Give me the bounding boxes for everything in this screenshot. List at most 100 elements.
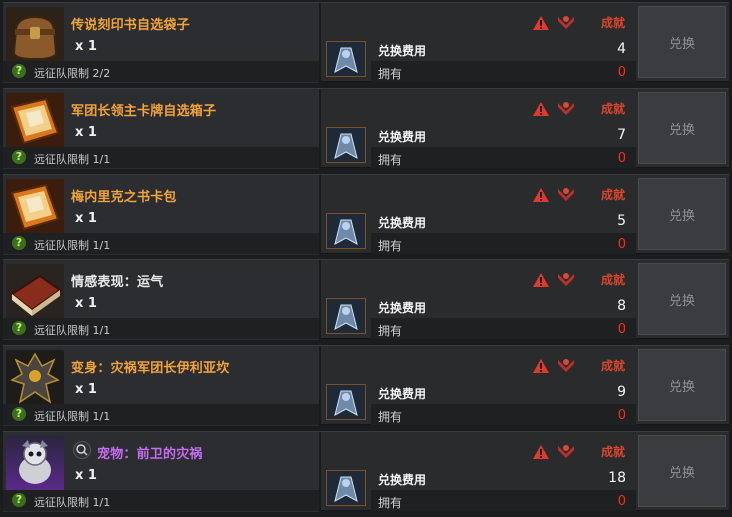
help-icon[interactable]: ? (12, 493, 26, 507)
rank-emblem-icon (558, 445, 574, 458)
achievement-label: 成就 (601, 273, 626, 287)
exchange-button[interactable]: 兑换 (638, 6, 726, 78)
exchange-row: 宠物：前卫的灾祸 x 1 ? 远征队限制 1/1 兑换费用 18 拥有 0 成就… (3, 431, 729, 512)
roster-limit: 远征队限制 1/1 (34, 239, 111, 252)
own-label: 拥有 (378, 496, 403, 510)
book-icon[interactable] (6, 264, 64, 320)
item-quantity: x 1 (75, 39, 97, 54)
currency-icon (326, 41, 366, 77)
cost-value: 18 (608, 470, 626, 486)
cost-value: 7 (617, 127, 626, 143)
warning-icon (533, 273, 549, 287)
currency-icon (326, 213, 366, 249)
cost-label: 兑换费用 (378, 44, 427, 58)
exchange-row: 情感表现：运气 x 1 ? 远征队限制 1/1 兑换费用 8 拥有 0 成就 兑… (3, 259, 729, 340)
cost-value: 5 (617, 213, 626, 229)
bag-icon[interactable] (6, 7, 64, 63)
exchange-button[interactable]: 兑换 (638, 92, 726, 164)
own-label: 拥有 (378, 67, 403, 81)
exchange-button[interactable]: 兑换 (638, 263, 726, 335)
own-value: 0 (617, 494, 626, 509)
help-icon[interactable]: ? (12, 407, 26, 421)
exchange-button[interactable]: 兑换 (638, 349, 726, 421)
cost-value: 9 (617, 384, 626, 400)
own-label: 拥有 (378, 410, 403, 424)
rank-emblem-icon (558, 273, 574, 286)
exchange-row: 变身：灾祸军团长伊利亚坎 x 1 ? 远征队限制 1/1 兑换费用 9 拥有 0… (3, 345, 729, 426)
currency-icon (326, 298, 366, 334)
own-label: 拥有 (378, 153, 403, 167)
own-bar (371, 404, 636, 425)
item-quantity: x 1 (75, 125, 97, 140)
roster-limit: 远征队限制 1/1 (34, 153, 111, 166)
card-book-icon[interactable] (6, 179, 64, 235)
roster-limit: 远征队限制 2/2 (34, 67, 111, 80)
own-label: 拥有 (378, 239, 403, 253)
help-icon[interactable]: ? (12, 321, 26, 335)
warning-icon (533, 359, 549, 373)
currency-icon (326, 127, 366, 163)
roster-limit: 远征队限制 1/1 (34, 410, 111, 423)
cost-label: 兑换费用 (378, 130, 427, 144)
divider (319, 432, 321, 512)
item-name: 军团长领主卡牌自选箱子 (71, 104, 217, 119)
demon-icon[interactable] (6, 350, 64, 406)
item-quantity: x 1 (75, 382, 97, 397)
card-book-icon[interactable] (6, 93, 64, 149)
search-icon[interactable] (73, 441, 91, 459)
exchange-button[interactable]: 兑换 (638, 435, 726, 507)
item-quantity: x 1 (75, 468, 97, 483)
warning-icon (533, 445, 549, 459)
cost-value: 4 (617, 41, 626, 57)
divider (319, 3, 321, 83)
cost-label: 兑换费用 (378, 387, 427, 401)
exchange-button[interactable]: 兑换 (638, 178, 726, 250)
achievement-label: 成就 (601, 445, 626, 459)
warning-icon (533, 102, 549, 116)
currency-icon (326, 384, 366, 420)
own-value: 0 (617, 151, 626, 166)
exchange-list: 传说刻印书自选袋子 x 1 ? 远征队限制 2/2 兑换费用 4 拥有 0 成就… (0, 0, 732, 517)
item-name: 变身：灾祸军团长伊利亚坎 (71, 361, 230, 376)
achievement-label: 成就 (601, 359, 626, 373)
rank-emblem-icon (558, 16, 574, 29)
item-name: 情感表现：运气 (71, 275, 164, 290)
exchange-row: 梅内里克之书卡包 x 1 ? 远征队限制 1/1 兑换费用 5 拥有 0 成就 … (3, 174, 729, 255)
exchange-row: 军团长领主卡牌自选箱子 x 1 ? 远征队限制 1/1 兑换费用 7 拥有 0 … (3, 88, 729, 169)
pet-icon[interactable] (6, 436, 64, 492)
cost-label: 兑换费用 (378, 473, 427, 487)
item-quantity: x 1 (75, 211, 97, 226)
own-value: 0 (617, 322, 626, 337)
roster-limit: 远征队限制 1/1 (34, 496, 111, 509)
own-bar (371, 233, 636, 254)
own-bar (371, 147, 636, 168)
help-icon[interactable]: ? (12, 64, 26, 78)
own-label: 拥有 (378, 324, 403, 338)
divider (319, 175, 321, 255)
own-value: 0 (617, 237, 626, 252)
divider (319, 89, 321, 169)
rank-emblem-icon (558, 359, 574, 372)
warning-icon (533, 16, 549, 30)
currency-icon (326, 470, 366, 506)
rank-emblem-icon (558, 188, 574, 201)
own-value: 0 (617, 65, 626, 80)
help-icon[interactable]: ? (12, 150, 26, 164)
item-name: 宠物：前卫的灾祸 (97, 447, 203, 462)
own-bar (371, 490, 636, 511)
own-value: 0 (617, 408, 626, 423)
item-quantity: x 1 (75, 296, 97, 311)
cost-label: 兑换费用 (378, 216, 427, 230)
achievement-label: 成就 (601, 188, 626, 202)
warning-icon (533, 188, 549, 202)
divider (319, 346, 321, 426)
exchange-row: 传说刻印书自选袋子 x 1 ? 远征队限制 2/2 兑换费用 4 拥有 0 成就… (3, 2, 729, 83)
rank-emblem-icon (558, 102, 574, 115)
cost-label: 兑换费用 (378, 301, 427, 315)
divider (319, 260, 321, 340)
help-icon[interactable]: ? (12, 236, 26, 250)
own-bar (371, 61, 636, 82)
cost-value: 8 (617, 298, 626, 314)
roster-limit: 远征队限制 1/1 (34, 324, 111, 337)
achievement-label: 成就 (601, 16, 626, 30)
